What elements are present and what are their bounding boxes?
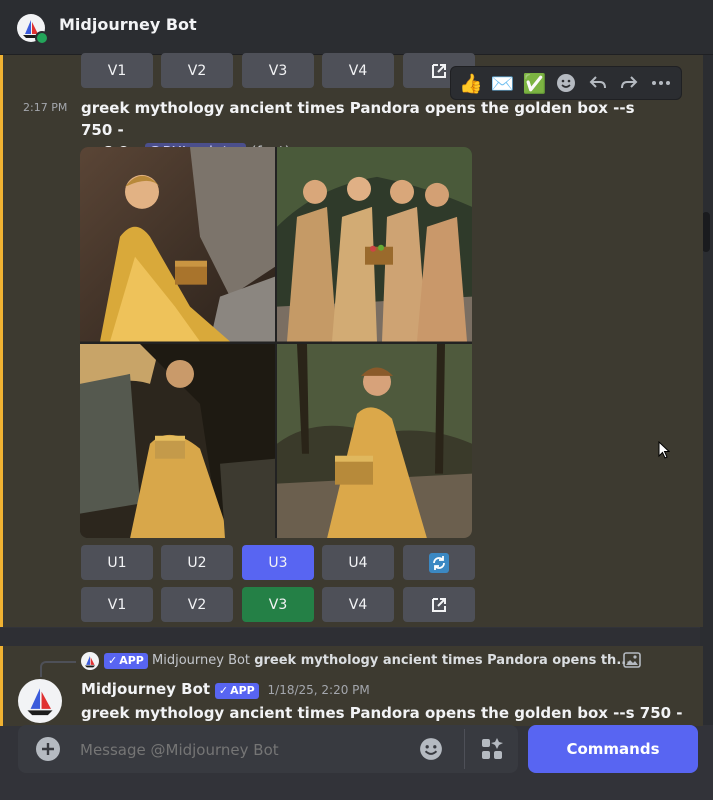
mouse-cursor-icon <box>658 441 670 459</box>
reply-preview[interactable]: ✓ APP Midjourney Bot greek mythology anci… <box>104 652 631 670</box>
v3-button-prev[interactable]: V3 <box>242 53 314 88</box>
reply-text: greek mythology ancient times Pandora op… <box>254 653 632 668</box>
message-2-time: 1/18/25, 2:20 PM <box>267 683 370 697</box>
commands-button[interactable]: Commands <box>528 725 698 773</box>
thumbs-up-reaction[interactable]: 👍 <box>455 68 487 98</box>
image-tile-3[interactable] <box>80 343 275 538</box>
refresh-icon <box>429 552 449 573</box>
v1-button-prev[interactable]: V1 <box>81 53 153 88</box>
v2-button-prev[interactable]: V2 <box>161 53 233 88</box>
u3-button[interactable]: U3 <box>242 545 314 580</box>
online-status-icon <box>35 31 49 45</box>
external-link-icon <box>432 63 446 78</box>
scrollbar-thumb[interactable] <box>702 212 710 252</box>
add-attachment-icon[interactable] <box>36 737 60 761</box>
prompt-line-1: greek mythology ancient times Pandora op… <box>81 99 635 139</box>
emoji-picker-icon[interactable] <box>419 737 443 765</box>
message-2-app-badge: ✓ APP <box>214 683 259 699</box>
channel-header: Midjourney Bot <box>0 0 713 55</box>
message-input[interactable] <box>78 733 412 767</box>
envelope-reaction[interactable]: ✉️ <box>487 68 519 98</box>
check-reaction[interactable]: ✅ <box>518 68 550 98</box>
image-tile-4[interactable] <box>277 343 472 538</box>
add-reaction-icon[interactable] <box>550 68 582 98</box>
reroll-button[interactable] <box>403 545 475 580</box>
reply-author: Midjourney Bot <box>152 653 251 668</box>
v1-button[interactable]: V1 <box>81 587 153 622</box>
v2-button[interactable]: V2 <box>161 587 233 622</box>
more-options-icon[interactable] <box>645 68 677 98</box>
forward-icon[interactable] <box>614 68 646 98</box>
input-divider <box>464 729 465 769</box>
open-external-button[interactable] <box>403 587 475 622</box>
message-input-bar <box>18 725 518 773</box>
external-link-icon <box>432 597 446 612</box>
v3-button[interactable]: V3 <box>242 587 314 622</box>
message-action-toolbar: 👍 ✉️ ✅ <box>450 66 682 100</box>
message-divider <box>0 628 700 646</box>
message-timestamp: 2:17 PM <box>23 101 68 114</box>
image-grid[interactable] <box>80 147 472 538</box>
reply-icon[interactable] <box>582 68 614 98</box>
message-2-header: Midjourney Bot ✓ APP 1/18/25, 2:20 PM <box>81 679 370 700</box>
image-attachment-icon <box>623 652 641 672</box>
channel-title: Midjourney Bot <box>59 15 197 34</box>
message-2-avatar[interactable] <box>18 679 62 723</box>
v4-button[interactable]: V4 <box>322 587 394 622</box>
u2-button[interactable]: U2 <box>161 545 233 580</box>
v4-button-prev[interactable]: V4 <box>322 53 394 88</box>
apps-icon[interactable] <box>480 737 504 765</box>
message-2-author[interactable]: Midjourney Bot <box>81 680 210 698</box>
u1-button[interactable]: U1 <box>81 545 153 580</box>
u4-button[interactable]: U4 <box>322 545 394 580</box>
reply-bot-avatar[interactable] <box>81 652 99 670</box>
reply-app-badge: ✓ APP <box>104 653 148 669</box>
message-2-content: greek mythology ancient times Pandora op… <box>81 704 683 722</box>
reply-connector <box>40 661 76 677</box>
image-tile-1[interactable] <box>80 147 275 342</box>
image-tile-2[interactable] <box>277 147 472 342</box>
